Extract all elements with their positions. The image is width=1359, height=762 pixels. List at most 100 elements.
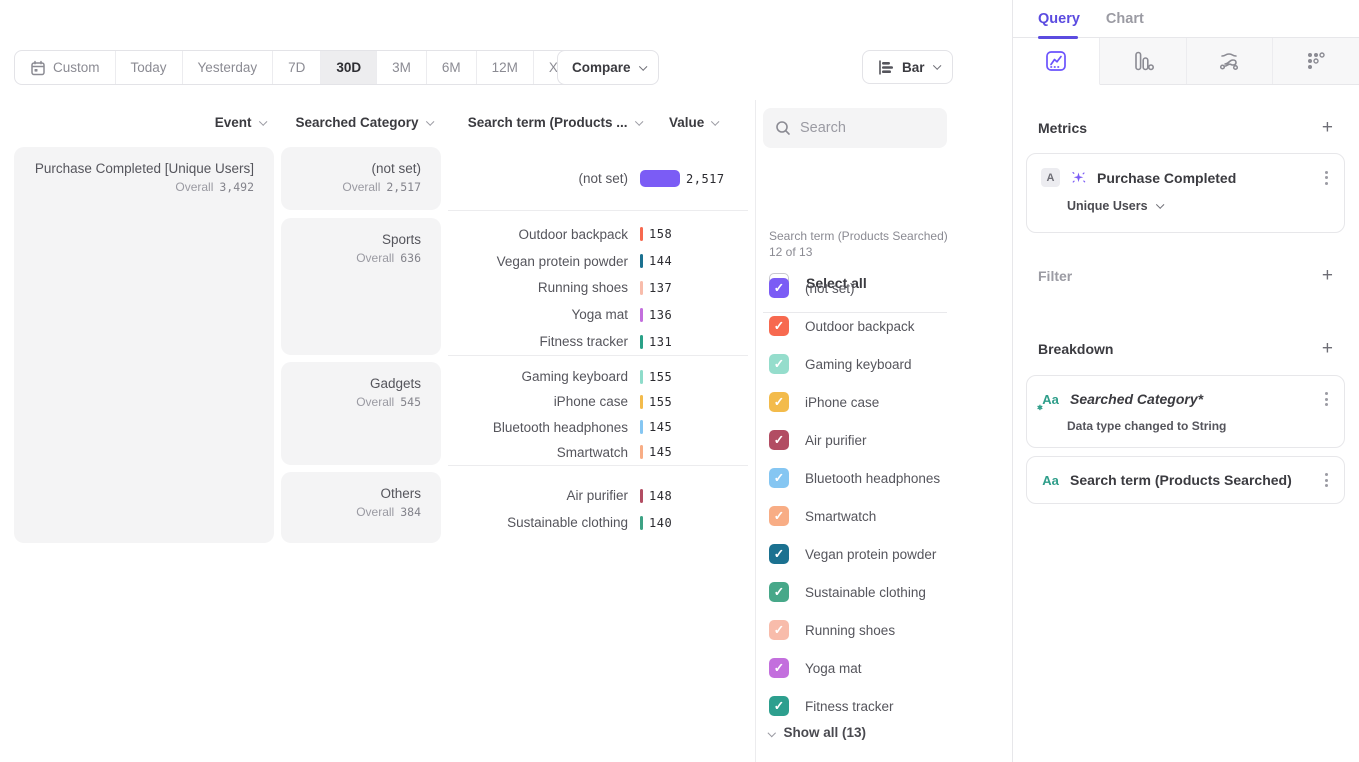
column-header-searched-category[interactable]: Searched Category [281, 115, 431, 130]
legend-item[interactable]: ✓(not set) [769, 269, 940, 307]
date-range-label: 12M [492, 60, 518, 75]
series-checkbox[interactable]: ✓ [769, 620, 789, 640]
add-filter-button[interactable]: + [1322, 266, 1333, 285]
column-label: Event [215, 115, 252, 130]
table-row[interactable]: Vegan protein powder144 [448, 248, 748, 275]
date-range-custom[interactable]: Custom [15, 51, 116, 84]
tab-flows[interactable] [1187, 38, 1274, 84]
column-header-value[interactable]: Value [669, 115, 729, 130]
date-range-today[interactable]: Today [116, 51, 183, 84]
table-row[interactable]: Fitness tracker131 [448, 328, 748, 355]
term-label: Fitness tracker [448, 334, 640, 349]
series-checkbox[interactable]: ✓ [769, 544, 789, 564]
add-breakdown-button[interactable]: + [1322, 339, 1333, 358]
table-row[interactable]: iPhone case155 [448, 389, 748, 414]
series-label: iPhone case [805, 395, 879, 410]
table-row[interactable]: (not set)2,517 [448, 165, 748, 192]
table-row[interactable]: Outdoor backpack158 [448, 221, 748, 248]
check-icon: ✓ [774, 510, 784, 523]
series-checkbox[interactable]: ✓ [769, 354, 789, 374]
category-cell[interactable]: SportsOverall636 [281, 218, 441, 355]
legend-item[interactable]: ✓Yoga mat [769, 649, 940, 687]
legend-item[interactable]: ✓Fitness tracker [769, 687, 940, 725]
legend-item[interactable]: ✓Smartwatch [769, 497, 940, 535]
series-checkbox[interactable]: ✓ [769, 696, 789, 716]
metric-card[interactable]: A Purchase Completed Unique Users [1026, 153, 1345, 233]
date-range-6m[interactable]: 6M [427, 51, 477, 84]
value-bar [640, 254, 643, 268]
legend-item[interactable]: ✓ Sustainable clothing [769, 573, 940, 611]
date-range-yesterday[interactable]: Yesterday [183, 51, 274, 84]
table-row[interactable]: Air purifier148 [448, 482, 748, 509]
tab-insights[interactable] [1013, 38, 1100, 85]
breakdown-card[interactable]: Aa✱Searched Category*Data type changed t… [1026, 375, 1345, 448]
tab-funnels[interactable] [1100, 38, 1187, 84]
metric-letter-badge: A [1041, 168, 1060, 187]
series-checkbox[interactable]: ✓ [769, 468, 789, 488]
legend-item[interactable]: ✓Outdoor backpack [769, 307, 940, 345]
table-row[interactable]: Sustainable clothing140 [448, 509, 748, 536]
kebab-menu-icon[interactable] [1323, 169, 1330, 187]
series-checkbox[interactable]: ✓ [769, 582, 789, 602]
kebab-menu-icon[interactable] [1323, 471, 1330, 489]
show-all-button[interactable]: Show all (13) [769, 725, 866, 740]
legend-item[interactable]: ✓Running shoes [769, 611, 940, 649]
term-group: Outdoor backpack158Vegan protein powder1… [448, 210, 748, 355]
legend-item[interactable]: ✓Gaming keyboard [769, 345, 940, 383]
category-cell[interactable]: (not set)Overall2,517 [281, 147, 441, 210]
breakdown-card[interactable]: AaSearch term (Products Searched) [1026, 456, 1345, 504]
search-input[interactable] [800, 120, 930, 136]
series-label: Sustainable clothing [805, 585, 926, 600]
breakdown-list: Aa✱Searched Category*Data type changed t… [1026, 375, 1345, 504]
date-range-3m[interactable]: 3M [377, 51, 427, 84]
term-label: Yoga mat [448, 307, 640, 322]
series-checkbox[interactable]: ✓ [769, 506, 789, 526]
category-cell[interactable]: GadgetsOverall545 [281, 362, 441, 465]
series-checkbox[interactable]: ✓ [769, 392, 789, 412]
value-text: 140 [649, 516, 672, 530]
series-checkbox[interactable]: ✓ [769, 430, 789, 450]
term-label: Smartwatch [448, 445, 640, 460]
kebab-menu-icon[interactable] [1323, 390, 1330, 408]
tab-retention[interactable] [1273, 38, 1359, 84]
table-row[interactable]: Yoga mat136 [448, 301, 748, 328]
column-header-event[interactable]: Event [14, 115, 264, 130]
check-icon: ✓ [774, 586, 784, 599]
series-checkbox[interactable]: ✓ [769, 278, 789, 298]
compare-button[interactable]: Compare [557, 50, 659, 85]
series-label: Vegan protein powder [805, 547, 936, 562]
date-range-7d[interactable]: 7D [273, 51, 321, 84]
legend-item[interactable]: ✓ Vegan protein powder [769, 535, 940, 573]
check-icon: ✓ [774, 396, 784, 409]
value-text: 155 [649, 395, 672, 409]
table-row[interactable]: Smartwatch145 [448, 440, 748, 465]
series-checkbox[interactable]: ✓ [769, 316, 789, 336]
table-row[interactable]: Gaming keyboard155 [448, 364, 748, 389]
chart-type-selector[interactable]: Bar [862, 50, 953, 84]
aggregation-selector[interactable]: Unique Users [1027, 187, 1344, 227]
tab-query[interactable]: Query [1038, 11, 1080, 27]
series-search[interactable] [763, 108, 947, 148]
horizontal-bar-chart-icon [877, 59, 894, 76]
series-checkbox[interactable]: ✓ [769, 658, 789, 678]
date-range-30d[interactable]: 30D [321, 51, 377, 84]
value-text: 158 [649, 227, 672, 241]
add-metric-button[interactable]: + [1322, 118, 1333, 137]
legend-item[interactable]: ✓Air purifier [769, 421, 940, 459]
category-cell[interactable]: OthersOverall384 [281, 472, 441, 543]
event-column: Purchase Completed [Unique Users] Overal… [14, 147, 274, 543]
breakdown-name: Search term (Products Searched) [1070, 472, 1313, 488]
column-header-search-term[interactable]: Search term (Products ... [448, 115, 640, 130]
value-bar [640, 516, 643, 530]
event-cell[interactable]: Purchase Completed [Unique Users] Overal… [14, 147, 274, 543]
legend-item[interactable]: ✓ iPhone case [769, 383, 940, 421]
term-value-column: (not set)2,517 Outdoor backpack158Vegan p… [448, 147, 748, 543]
legend-item[interactable]: ✓Bluetooth headphones [769, 459, 940, 497]
value-bar [640, 395, 643, 409]
value-text: 144 [649, 254, 672, 268]
table-row[interactable]: Running shoes137 [448, 275, 748, 302]
category-name: Sports [281, 231, 421, 249]
table-row[interactable]: Bluetooth headphones145 [448, 415, 748, 440]
tab-chart[interactable]: Chart [1106, 11, 1144, 27]
date-range-12m[interactable]: 12M [477, 51, 534, 84]
